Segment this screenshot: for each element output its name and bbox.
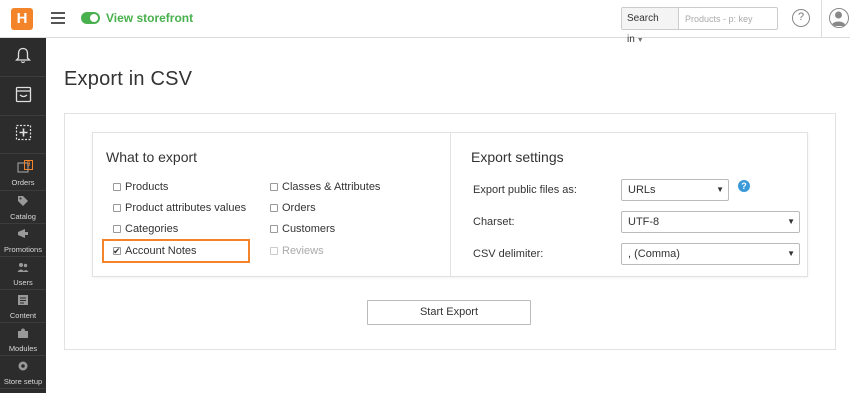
- sidebar-item-label: Store setup: [3, 377, 43, 386]
- checkbox[interactable]: [113, 225, 121, 233]
- csv-delimiter-select[interactable]: , (Comma) ▼: [621, 243, 800, 265]
- charset-select[interactable]: UTF-8 ▼: [621, 211, 800, 233]
- sidebar-item-orders[interactable]: 9 Orders: [0, 157, 46, 189]
- csv-delimiter-label: CSV delimiter:: [473, 248, 544, 260]
- public-files-label: Export public files as:: [473, 184, 577, 196]
- view-storefront-link[interactable]: View storefront: [106, 11, 193, 25]
- sidebar-item-promotions[interactable]: Promotions: [0, 224, 46, 256]
- divider: [821, 0, 822, 38]
- sidebar-item-label: Promotions: [4, 245, 42, 254]
- option-label: Products: [125, 181, 169, 193]
- orders-count-badge: 9: [24, 160, 33, 170]
- top-bar: H View storefront Search in▼ ?: [0, 0, 850, 45]
- checkbox[interactable]: [270, 225, 278, 233]
- avatar[interactable]: [829, 8, 849, 28]
- checkbox[interactable]: [270, 204, 278, 212]
- sidebar-item-store-setup[interactable]: Store setup: [0, 356, 46, 388]
- sidebar: 9 Orders Catalog Promotions Users Conten…: [0, 38, 46, 393]
- search-scope-dropdown[interactable]: Search in ▼: [622, 8, 679, 45]
- divider: [450, 132, 451, 277]
- sidebar-item-label: Users: [13, 278, 33, 287]
- checkbox[interactable]: [113, 183, 121, 191]
- start-export-button[interactable]: Start Export: [367, 300, 531, 325]
- storefront-toggle[interactable]: [81, 12, 100, 24]
- select-value: UTF-8: [628, 216, 660, 228]
- search-box: Search in ▼: [621, 7, 778, 45]
- sidebar-item-label: Orders: [11, 178, 35, 187]
- sidebar-item-catalog[interactable]: Catalog: [0, 191, 46, 223]
- sidebar-item-label: Content: [9, 311, 37, 320]
- divider: [0, 388, 46, 389]
- logo[interactable]: H: [11, 8, 33, 30]
- chevron-down-icon: ▼: [787, 249, 795, 258]
- option-label: Classes & Attributes: [282, 181, 381, 193]
- public-files-select[interactable]: URLs ▼: [621, 179, 729, 201]
- page-title: Export in CSV: [64, 68, 193, 90]
- option-label: Orders: [282, 202, 316, 214]
- checkbox-disabled: [270, 247, 278, 255]
- option-label: Categories: [125, 223, 179, 235]
- what-to-export-title: What to export: [106, 149, 198, 165]
- bell-icon[interactable]: [0, 47, 46, 69]
- checkbox[interactable]: [113, 204, 121, 212]
- sidebar-item-label: Catalog: [10, 212, 36, 221]
- storefront-icon[interactable]: [0, 86, 46, 108]
- checkbox[interactable]: [270, 183, 278, 191]
- divider: [0, 115, 46, 116]
- help-icon[interactable]: ?: [792, 9, 810, 27]
- option-label: Product attributes values: [125, 202, 247, 214]
- sidebar-item-content[interactable]: Content: [0, 290, 46, 322]
- store-setup-icon: [18, 361, 28, 371]
- option-label: Customers: [282, 223, 336, 235]
- help-icon[interactable]: ?: [738, 180, 750, 192]
- highlight-frame: [102, 239, 250, 263]
- add-icon[interactable]: [0, 124, 46, 146]
- tag-icon: [18, 196, 28, 206]
- promotions-icon: [18, 229, 28, 238]
- divider: [0, 76, 46, 77]
- charset-label: Charset:: [473, 216, 515, 228]
- export-settings-title: Export settings: [471, 149, 564, 165]
- puzzle-icon: [18, 328, 28, 338]
- content-icon: [18, 295, 28, 305]
- sidebar-item-label: Modules: [8, 344, 38, 353]
- option-label: Reviews: [282, 245, 324, 257]
- menu-icon[interactable]: [51, 12, 65, 24]
- users-icon: [17, 263, 29, 272]
- sidebar-item-users[interactable]: Users: [0, 257, 46, 289]
- sidebar-item-modules[interactable]: Modules: [0, 323, 46, 355]
- chevron-down-icon: ▼: [716, 185, 724, 194]
- chevron-down-icon: ▼: [636, 37, 644, 44]
- select-value: URLs: [628, 184, 656, 196]
- chevron-down-icon: ▼: [787, 217, 795, 226]
- search-input[interactable]: [680, 8, 776, 29]
- divider: [0, 153, 46, 154]
- select-value: , (Comma): [628, 248, 680, 260]
